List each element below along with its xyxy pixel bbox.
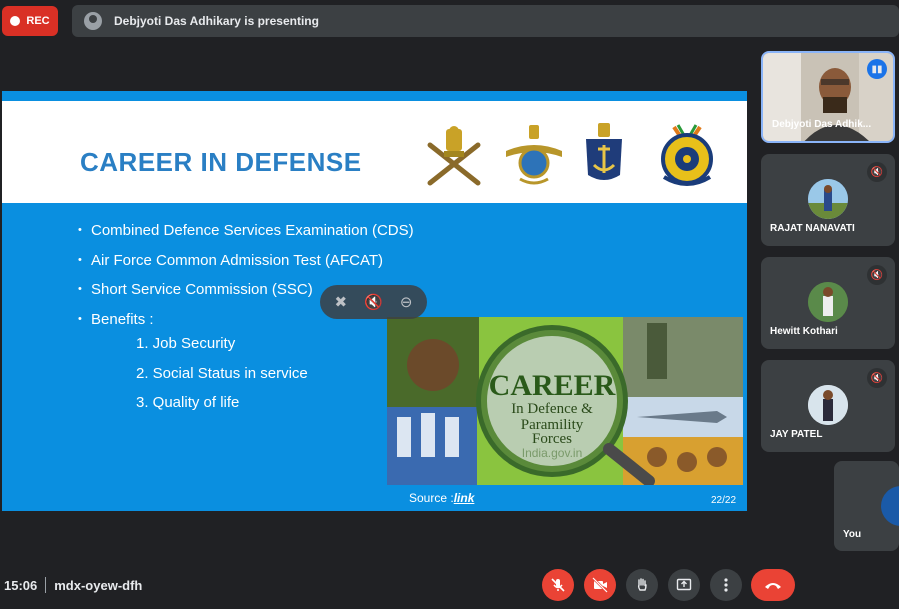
slide-source: Source :link — [409, 491, 474, 505]
presenting-text: Debjyoti Das Adhikary is presenting — [114, 14, 319, 28]
mic-off-icon: 🔇 — [867, 162, 887, 182]
participant-tile-jay[interactable]: 🔇 JAY PATEL — [761, 360, 895, 452]
participant-name: Hewitt Kothari — [770, 326, 838, 337]
camera-off-icon — [592, 577, 608, 593]
army-emblem-icon — [427, 126, 481, 186]
collage-word-career: CAREER — [489, 369, 616, 402]
slide-page-number: 22/22 — [711, 495, 737, 506]
meeting-info: 15:06 mdx-oyew-dfh — [4, 577, 142, 593]
list-item: Combined Defence Services Examination (C… — [78, 216, 414, 246]
mic-off-icon — [551, 578, 565, 592]
pin-off-icon[interactable]: ✖ — [335, 293, 348, 311]
airforce-emblem-icon — [506, 125, 562, 185]
raise-hand-button[interactable] — [626, 569, 658, 601]
participant-tile-self[interactable]: You — [834, 461, 899, 551]
divider — [45, 577, 47, 593]
rec-label: REC — [26, 15, 50, 27]
list-item: 1. Job Security — [136, 335, 236, 352]
presenter-avatar — [84, 12, 102, 30]
source-link[interactable]: link — [454, 491, 475, 505]
participant-name: Debjyoti Das Adhik... — [772, 119, 872, 130]
avatar — [808, 282, 848, 322]
mic-off-icon[interactable]: 🔇 — [364, 293, 383, 311]
mic-off-icon: 🔇 — [867, 368, 887, 388]
avatar — [808, 179, 848, 219]
camera-toggle-button[interactable] — [584, 569, 616, 601]
more-options-button[interactable] — [710, 569, 742, 601]
list-item: 3. Quality of life — [136, 394, 240, 411]
collage-line-4: Forces — [532, 431, 572, 447]
slide-title: CAREER IN DEFENSE — [80, 147, 362, 177]
slide-header: CAREER IN DEFENSE — [2, 101, 747, 203]
collage-watermark: India.gov.in — [522, 446, 583, 460]
participant-tile-rajat[interactable]: 🔇 RAJAT NANAVATI — [761, 154, 895, 246]
presenting-banner: Debjyoti Das Adhikary is presenting — [72, 5, 899, 37]
leave-call-button[interactable] — [751, 569, 795, 601]
career-collage-graphic: CAREER In Defence & Paramility Forces In… — [387, 317, 743, 485]
paramilitary-emblem-icon — [661, 124, 713, 186]
avatar — [808, 385, 848, 425]
navy-emblem-icon — [586, 123, 622, 180]
source-label: Source : — [409, 491, 454, 505]
participant-tile-speaker[interactable]: ▮▮ Debjyoti Das Adhik... — [761, 51, 895, 143]
presentation-overlay-controls: ✖ 🔇 ⊖ — [320, 285, 427, 319]
participant-name: RAJAT NANAVATI — [770, 223, 855, 234]
avatar — [881, 486, 899, 526]
participant-name: JAY PATEL — [770, 429, 823, 440]
more-vert-icon — [724, 578, 728, 592]
present-icon — [676, 578, 692, 591]
recording-badge[interactable]: REC — [2, 6, 58, 36]
slide-top-strip — [2, 91, 747, 101]
mic-toggle-button[interactable] — [542, 569, 574, 601]
present-screen-button[interactable] — [668, 569, 700, 601]
meeting-time: 15:06 — [4, 577, 38, 593]
participant-name: You — [843, 529, 862, 540]
record-dot-icon — [10, 16, 21, 26]
mic-off-icon: 🔇 — [867, 265, 887, 285]
list-item: 2. Social Status in service — [136, 364, 308, 382]
list-item: Air Force Common Admission Test (AFCAT) — [78, 246, 414, 276]
participant-tile-hewitt[interactable]: 🔇 Hewitt Kothari — [761, 257, 895, 349]
career-collage-image: CAREER In Defence & Paramility Forces In… — [387, 317, 743, 485]
benefits-list: 1. Job Security 2. Social Status in serv… — [136, 329, 308, 418]
collage-line-2: In Defence & — [511, 401, 593, 417]
end-call-icon — [765, 583, 781, 589]
hand-icon — [637, 578, 647, 591]
speaking-indicator-icon: ▮▮ — [867, 59, 887, 79]
remove-icon[interactable]: ⊖ — [400, 293, 413, 311]
meeting-code[interactable]: mdx-oyew-dfh — [54, 578, 142, 593]
